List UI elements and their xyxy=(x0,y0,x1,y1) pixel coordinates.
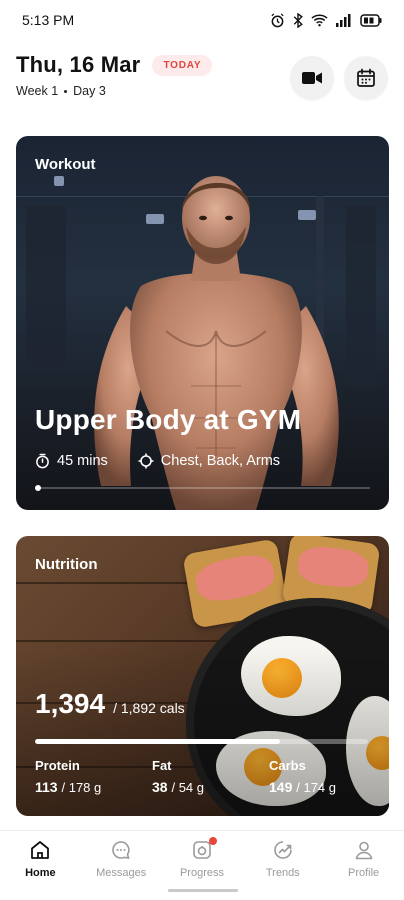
macro-goal: / 178 g xyxy=(61,780,102,795)
macro-name: Fat xyxy=(152,758,172,773)
macro-amount: 113 xyxy=(35,779,58,795)
status-bar: 5:13 PM xyxy=(0,0,404,40)
stopwatch-icon xyxy=(36,453,49,469)
duration-item: 45 mins xyxy=(35,453,108,469)
nav-item-messages[interactable]: Messages xyxy=(81,839,161,900)
bluetooth-icon xyxy=(293,12,303,28)
workout-label: Workout xyxy=(35,156,96,173)
wifi-icon xyxy=(311,14,328,27)
status-time: 5:13 PM xyxy=(22,12,75,28)
calorie-summary: 1,394 / 1,892 cals xyxy=(35,688,185,720)
workout-card[interactable]: Workout Upper Body at GYM 45 mins Chest,… xyxy=(16,136,389,510)
carousel-indicator-dot xyxy=(35,485,41,491)
trends-icon xyxy=(274,841,292,859)
macro-goal: / 174 g xyxy=(296,780,337,795)
status-icons xyxy=(270,12,382,28)
message-icon xyxy=(112,841,130,859)
macro-name: Protein xyxy=(35,758,80,773)
target-item: Chest, Back, Arms xyxy=(138,453,280,469)
nutrition-card[interactable]: Nutrition 1,394 / 1,892 cals Protein 113… xyxy=(16,536,389,816)
nav-item-profile[interactable]: Profile xyxy=(324,839,404,900)
home-icon xyxy=(31,841,50,859)
notification-badge xyxy=(208,837,217,845)
macro-amount: 38 xyxy=(152,779,168,795)
macro-carbs: Carbs 149 / 174 g xyxy=(269,758,386,795)
calendar-icon xyxy=(357,68,375,87)
separator-dot xyxy=(64,89,68,93)
gym-machine xyxy=(346,206,376,386)
macro-protein: Protein 113 / 178 g xyxy=(35,758,152,795)
gym-machine xyxy=(26,206,66,366)
macro-name: Carbs xyxy=(269,758,306,773)
page-title: Thu, 16 Mar xyxy=(16,52,141,77)
nav-label: Profile xyxy=(347,867,380,879)
macro-amount: 149 xyxy=(269,779,293,795)
macro-value: 38 / 54 g xyxy=(152,779,269,795)
macro-fat: Fat 38 / 54 g xyxy=(152,758,269,795)
nav-label: Trends xyxy=(265,867,300,879)
nav-label: Home xyxy=(25,867,56,879)
video-call-button[interactable] xyxy=(290,56,334,100)
alarm-icon xyxy=(271,12,284,27)
calories-goal: / 1,892 cals xyxy=(113,700,185,716)
header: Thu, 16 Mar TODAY Week 1 Day 3 xyxy=(16,52,388,106)
gym-light xyxy=(54,176,64,186)
macros-row: Protein 113 / 178 g Fat 38 / 54 g Carbs … xyxy=(35,758,386,795)
battery-icon xyxy=(360,13,382,27)
workout-title: Upper Body at GYM xyxy=(35,404,302,435)
macro-value: 149 / 174 g xyxy=(269,779,386,795)
day-label: Day 3 xyxy=(73,84,106,98)
week-label: Week 1 xyxy=(16,84,59,98)
macro-goal: / 54 g xyxy=(171,780,204,795)
nav-label: Progress xyxy=(179,867,224,879)
nav-label: Messages xyxy=(96,867,147,879)
carousel-progress xyxy=(35,485,370,491)
calorie-progress-bar xyxy=(35,739,368,744)
target-text: Chest, Back, Arms xyxy=(160,453,281,469)
calorie-progress-fill xyxy=(35,739,281,744)
nav-item-home[interactable]: Home xyxy=(0,839,80,900)
calories-consumed: 1,394 xyxy=(35,688,106,719)
nav-item-trends[interactable]: Trends xyxy=(243,839,323,900)
target-icon xyxy=(138,453,154,469)
workout-meta: 45 mins Chest, Back, Arms xyxy=(35,453,280,469)
signal-icon xyxy=(336,13,351,27)
nutrition-label: Nutrition xyxy=(35,556,98,573)
header-buttons xyxy=(290,56,388,100)
video-camera-icon xyxy=(302,72,322,84)
calendar-button[interactable] xyxy=(344,56,388,100)
today-badge: TODAY xyxy=(152,54,213,76)
profile-icon xyxy=(355,841,372,860)
progress-tab-indicator xyxy=(168,889,238,892)
macro-value: 113 / 178 g xyxy=(35,779,152,795)
duration-text: 45 mins xyxy=(57,453,108,469)
